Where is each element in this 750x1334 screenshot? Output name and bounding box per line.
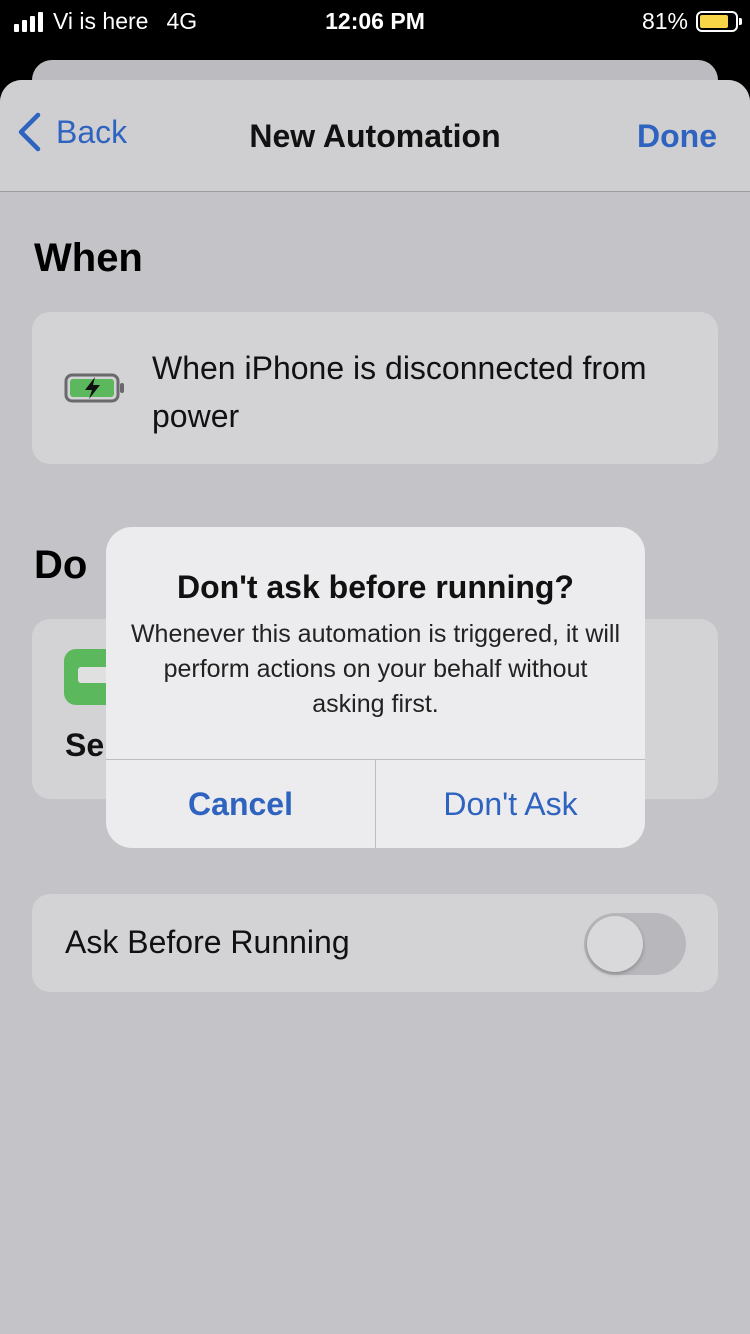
cancel-button[interactable]: Cancel xyxy=(106,760,376,848)
trigger-description: When iPhone is disconnected from power xyxy=(152,350,647,434)
navigation-bar: Back New Automation Done xyxy=(0,80,750,192)
alert-actions: Cancel Don't Ask xyxy=(106,759,645,848)
battery-percent: 81% xyxy=(641,8,688,34)
when-section-title: When xyxy=(34,236,143,280)
status-bar-right: 81% xyxy=(641,8,742,35)
status-time: 12:06 PM xyxy=(325,8,425,34)
do-section-title: Do xyxy=(34,543,88,587)
action-label: Se xyxy=(65,727,105,763)
ask-before-running-row: Ask Before Running xyxy=(32,894,718,992)
battery-fill xyxy=(700,15,728,28)
toggle-knob xyxy=(587,916,643,972)
confirmation-alert: Don't ask before running? Whenever this … xyxy=(106,527,645,848)
battery-icon xyxy=(696,11,742,32)
dont-ask-button[interactable]: Don't Ask xyxy=(376,760,645,848)
done-button[interactable]: Done xyxy=(637,118,717,155)
alert-title: Don't ask before running? xyxy=(177,569,574,605)
ask-before-running-toggle[interactable] xyxy=(584,913,686,975)
trigger-card[interactable]: When iPhone is disconnected from power xyxy=(32,312,718,464)
battery-charging-icon xyxy=(64,373,124,403)
ask-before-running-label: Ask Before Running xyxy=(65,924,350,960)
alert-message: Whenever this automation is triggered, i… xyxy=(130,620,621,718)
status-bar: Vi is here 4G 12:06 PM 81% xyxy=(0,0,750,40)
